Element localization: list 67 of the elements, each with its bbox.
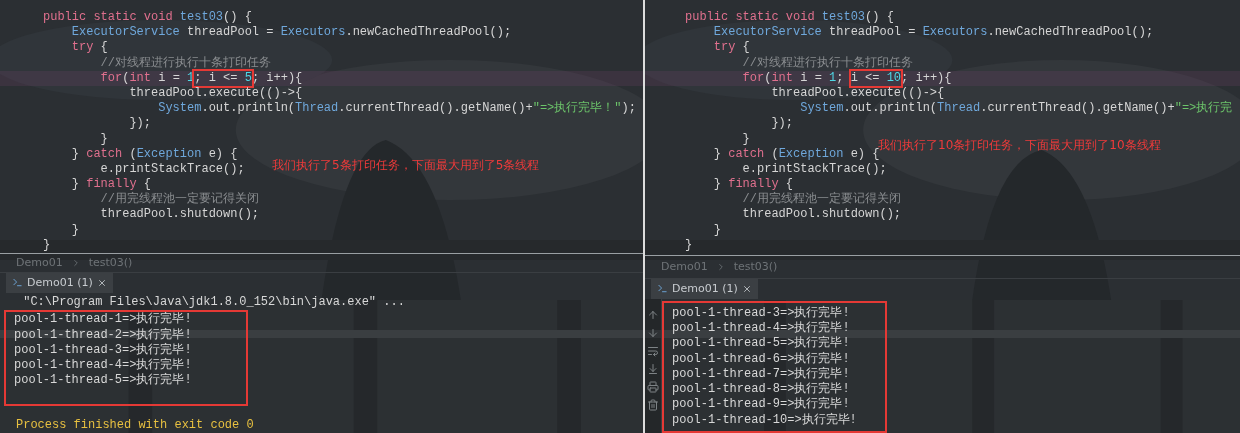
code-line: ExecutorService threadPool = Executors.newCachedThreadPool();: [712, 25, 1154, 41]
code-line: threadPool.shutdown();: [99, 207, 260, 223]
console-line: pool-1-thread-7=>执行完毕!: [672, 366, 850, 382]
code-line: e.printStackTrace();: [99, 161, 245, 178]
code-line: }: [741, 131, 750, 147]
code-line: }: [712, 222, 721, 238]
console-line: pool-1-thread-5=>执行完毕!: [672, 336, 850, 352]
breadcrumb-item[interactable]: Demo01: [16, 256, 63, 270]
close-icon[interactable]: [741, 283, 752, 294]
code-line: try {: [712, 40, 750, 56]
code-line: System.out.println(Thread.currentThread().getName()+"=>执行完: [799, 101, 1233, 117]
console-icon: [657, 283, 668, 295]
console-line: pool-1-thread-8=>执行完毕!: [672, 382, 850, 397]
breadcrumb-item[interactable]: Demo01: [661, 260, 708, 274]
console-line: pool-1-thread-5=>执行完毕!: [14, 373, 192, 389]
code-line: ExecutorService threadPool = Executors.newCachedThreadPool();: [70, 25, 512, 41]
console-icon: [12, 277, 23, 289]
code-line: threadPool.execute(()->{: [770, 85, 945, 102]
code-line: for(int i = 1; i <= 10; i++){: [685, 70, 952, 86]
console-line: pool-1-thread-3=>执行完毕!: [14, 342, 192, 358]
breadcrumb-item[interactable]: test03(): [88, 256, 133, 270]
code-line: } catch (Exception e) {: [712, 146, 880, 162]
code-line: //用完线程池一定要记得关闭: [99, 192, 259, 208]
code-line: //用完线程池一定要记得关闭: [741, 192, 901, 208]
annotation: 我们执行了10条打印任务，下面最大用到了10条线程: [878, 137, 1161, 152]
console-line: pool-1-thread-10=>执行完毕!: [672, 412, 857, 428]
up-arrow-icon[interactable]: [647, 308, 659, 321]
code-token: 10: [886, 70, 902, 86]
code-token: i <=: [850, 70, 881, 86]
console-line: pool-1-thread-3=>执行完毕!: [672, 305, 850, 321]
console-line: pool-1-thread-9=>执行完毕!: [672, 397, 850, 413]
console-line: "C:\Program Files\Java\jdk1.8.0_152\bin\java.exe" ...: [22, 294, 405, 311]
code-line: }: [70, 222, 79, 238]
run-tab[interactable]: Demo01 (1): [6, 272, 113, 293]
print-icon[interactable]: [647, 380, 659, 393]
code-line: //对线程进行执行十条打印任务: [99, 55, 271, 71]
code-line: e.printStackTrace();: [741, 161, 887, 178]
trash-icon[interactable]: [647, 398, 659, 411]
code-line: //对线程进行执行十条打印任务: [741, 55, 913, 71]
code-line: }: [43, 237, 51, 253]
code-line: }: [99, 131, 108, 147]
console-line: pool-1-thread-1=>执行完毕!: [14, 312, 192, 328]
exit-message: Process finished with exit code 0: [15, 417, 254, 433]
code-line: } catch (Exception e) {: [70, 146, 238, 162]
console-line: pool-1-thread-4=>执行完毕!: [14, 358, 192, 373]
soft-wrap-icon[interactable]: [647, 344, 659, 357]
code-line: threadPool.execute(()->{: [128, 85, 303, 102]
code-line: });: [128, 116, 152, 132]
console-line: pool-1-thread-6=>执行完毕!: [672, 351, 850, 367]
code-line: } finally {: [712, 177, 794, 192]
code-line: public static void test03() {: [685, 10, 894, 26]
code-line: try {: [70, 40, 108, 56]
console-line: pool-1-thread-2=>执行完毕!: [14, 327, 192, 343]
code-line: public static void test03() {: [43, 10, 252, 26]
close-icon[interactable]: [96, 277, 107, 288]
code-line: System.out.println(Thread.currentThread().getName()+"=>执行完毕！");: [157, 101, 636, 117]
run-tab[interactable]: Demo01 (1): [651, 278, 758, 299]
code-line: }: [685, 237, 693, 253]
code-line: threadPool.shutdown();: [741, 207, 902, 223]
code-token: 5: [244, 70, 252, 86]
code-line: } finally {: [70, 177, 152, 192]
annotation: 我们执行了5条打印任务，下面最大用到了5条线程: [272, 157, 540, 174]
console-line: pool-1-thread-4=>执行完毕!: [672, 320, 850, 336]
code-line: });: [770, 116, 794, 132]
scroll-to-end-icon[interactable]: [647, 362, 659, 375]
breadcrumb-item[interactable]: test03(): [733, 260, 778, 274]
down-arrow-icon[interactable]: [647, 326, 659, 339]
